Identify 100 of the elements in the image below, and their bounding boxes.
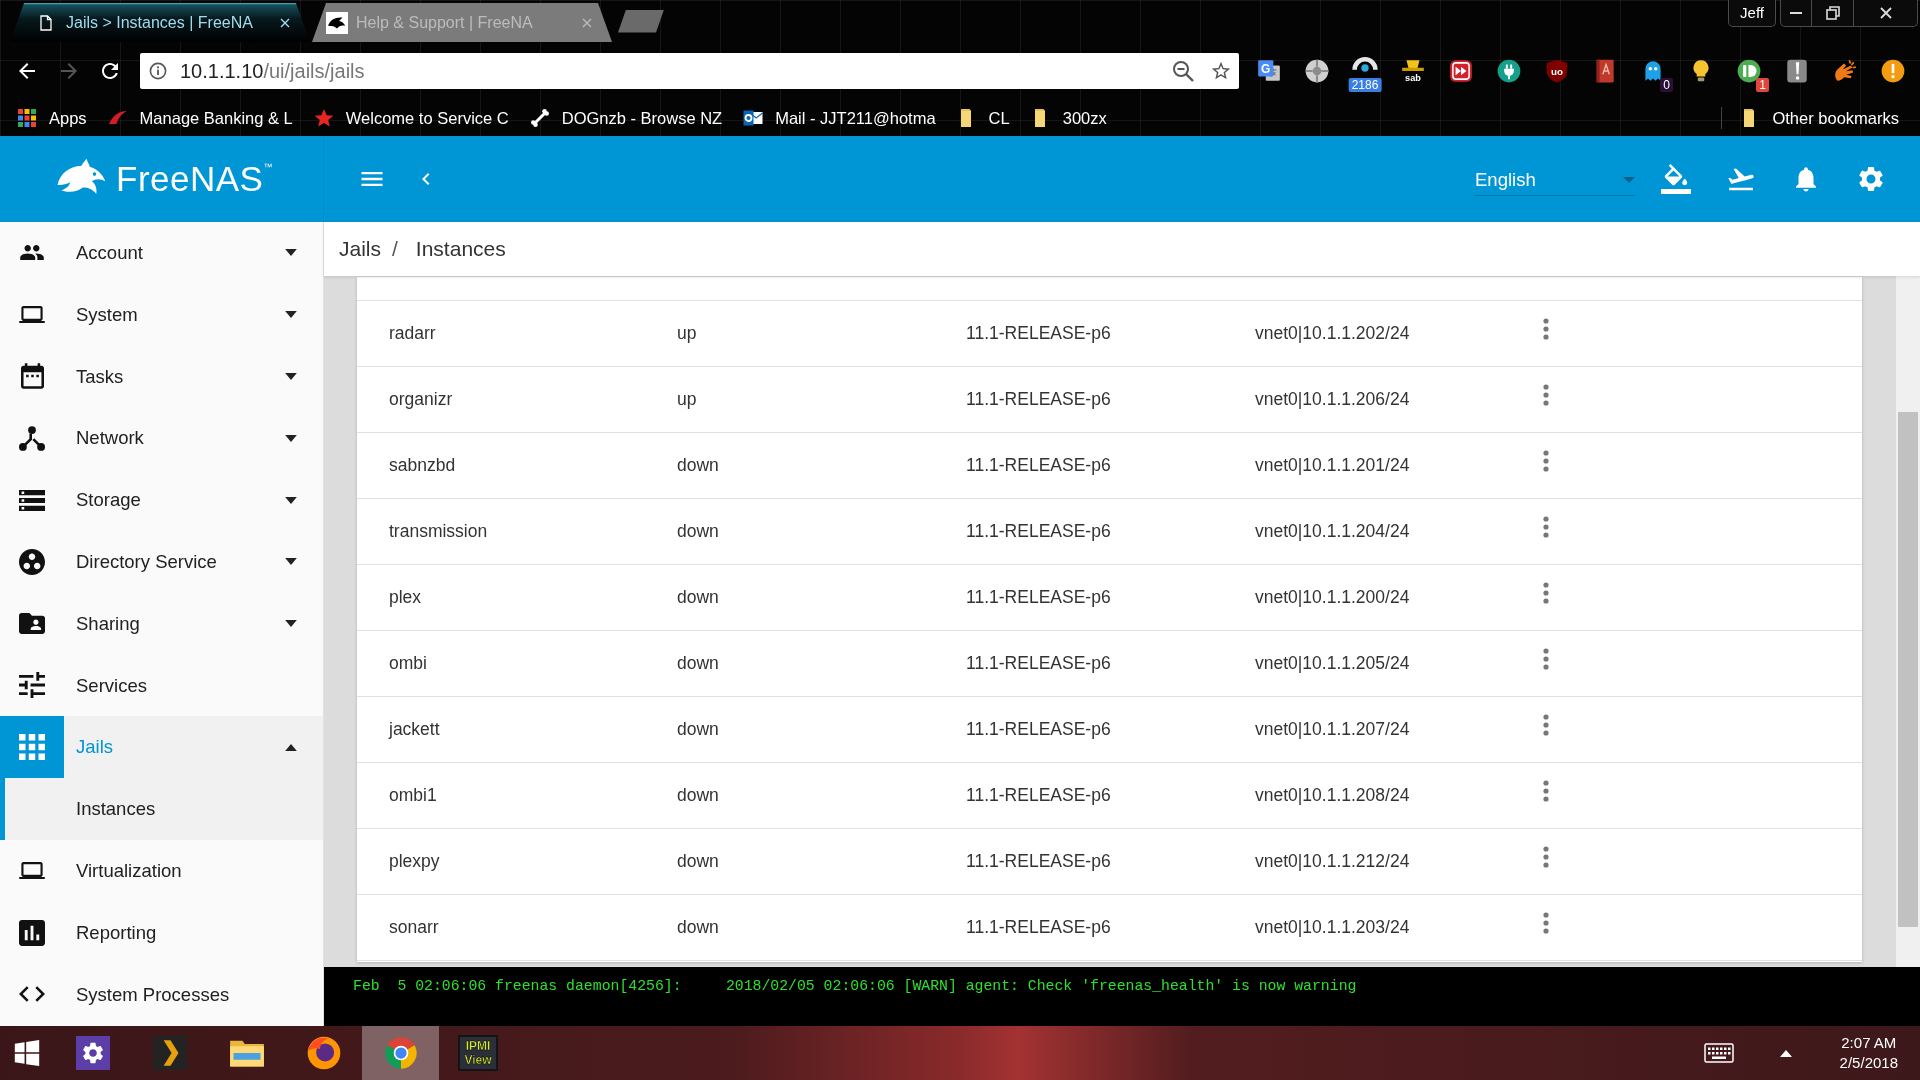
hand-icon[interactable]: [1832, 58, 1858, 84]
sidebar-item[interactable]: Directory Service: [0, 531, 323, 593]
restore-icon: [1825, 6, 1840, 20]
sidebar-item[interactable]: Network: [0, 407, 323, 470]
close-icon[interactable]: [280, 17, 290, 28]
fish-tile-icon: [326, 11, 348, 34]
jail-status: down: [677, 521, 719, 542]
jail-name: sonarr: [389, 917, 439, 938]
more-vertical-icon[interactable]: [1543, 581, 1549, 604]
sidebar-item[interactable]: Sharing: [0, 592, 323, 655]
breadcrumb-link[interactable]: Jails: [339, 233, 381, 265]
browser-tab[interactable]: Jails > Instances | FreeNA: [10, 3, 310, 42]
keyboard-icon[interactable]: [1703, 1043, 1734, 1063]
logo-text: FreeNAS$^{™}$: [116, 157, 273, 200]
more-vertical-icon[interactable]: [1543, 713, 1549, 736]
taskbar-date[interactable]: 2/5/2018: [1839, 1053, 1898, 1073]
jail-ip-address: vnet0|10.1.1.201/24: [1255, 455, 1410, 476]
more-vertical-icon[interactable]: [1543, 515, 1549, 538]
jail-ip-address: vnet0|10.1.1.200/24: [1255, 587, 1410, 608]
bullet-circle-icon[interactable]: [1736, 58, 1762, 84]
profile-button[interactable]: Jeff: [1728, 0, 1776, 27]
gauge-icon[interactable]: [1352, 57, 1378, 72]
more-vertical-icon[interactable]: [1543, 911, 1549, 934]
info-icon[interactable]: [149, 62, 167, 80]
breadcrumb-separator: /: [392, 236, 398, 263]
star-icon[interactable]: [1210, 60, 1232, 82]
bookmark-link[interactable]: Welcome to Service C: [313, 105, 509, 131]
exclamation-circle-icon[interactable]: [1880, 58, 1906, 84]
zoom-out-icon[interactable]: [1172, 60, 1194, 82]
sidebar-item[interactable]: Storage: [0, 469, 323, 531]
app-tile-icon: IPMI View: [457, 1035, 498, 1071]
jail-ip-address: vnet0|10.1.1.203/24: [1255, 917, 1410, 938]
jail-name: radarr: [389, 323, 436, 344]
bookmark-link[interactable]: Apps: [17, 105, 87, 131]
bookmark-link[interactable]: DOGnzb - Browse NZ: [529, 105, 723, 131]
sidebar-item[interactable]: System Processes: [0, 963, 323, 1026]
bookmark-link[interactable]: CL: [956, 105, 1010, 131]
taskbar-time[interactable]: 2:07 AM: [1841, 1033, 1897, 1053]
jail-release: 11.1-RELEASE-p6: [966, 917, 1111, 938]
jail-status: up: [677, 389, 697, 410]
jail-name: ombi1: [389, 785, 437, 806]
plug-icon[interactable]: [1496, 58, 1522, 84]
window-panes-icon[interactable]: [14, 1040, 40, 1066]
caret-down-icon: [1623, 176, 1635, 183]
more-vertical-icon[interactable]: [1543, 647, 1549, 670]
more-vertical-icon[interactable]: [1543, 779, 1549, 802]
sidebar-item[interactable]: Reporting: [0, 901, 323, 964]
sidebar-item[interactable]: Services: [0, 654, 323, 717]
jail-ip-address: vnet0|10.1.1.202/24: [1255, 323, 1410, 344]
disc-icon[interactable]: [1304, 58, 1330, 84]
jail-ip-address: vnet0|10.1.1.207/24: [1255, 719, 1410, 740]
more-vertical-icon[interactable]: [1543, 845, 1549, 868]
sidebar-item[interactable]: Tasks: [0, 345, 323, 408]
more-vertical-icon[interactable]: [1543, 449, 1549, 472]
bookmark-link[interactable]: Mail - JJT211@hotma: [743, 105, 936, 131]
jail-status: up: [677, 323, 697, 344]
bar-chart-icon: [19, 919, 45, 946]
bookmark-link[interactable]: Manage Banking & L: [107, 105, 293, 131]
jail-name: transmission: [389, 521, 488, 542]
more-vertical-icon[interactable]: [1543, 383, 1549, 406]
page-icon: [38, 14, 54, 31]
laptop-icon: [19, 862, 45, 880]
jail-status: down: [677, 653, 719, 674]
jail-ip-address: vnet0|10.1.1.204/24: [1255, 521, 1410, 542]
bookmark-link[interactable]: 300zx: [1030, 105, 1107, 131]
jail-status: down: [677, 851, 719, 872]
calendar-icon: [20, 363, 44, 390]
sidebar-item[interactable]: System: [0, 283, 323, 346]
minimize-button[interactable]: [1780, 0, 1812, 27]
close-button[interactable]: [1854, 0, 1918, 27]
notification-count: 2186: [1348, 78, 1382, 92]
circle-dots-icon: [19, 548, 45, 575]
jail-name: jackett: [389, 719, 440, 740]
jail-release: 11.1-RELEASE-p6: [966, 653, 1111, 674]
taskbar-button[interactable]: IPMI View: [439, 1026, 516, 1080]
bookmark-link[interactable]: Other bookmarks: [1740, 105, 1899, 131]
code-icon: [19, 986, 45, 1003]
restore-button[interactable]: [1812, 0, 1854, 27]
console-log-line: Feb 5 02:06:06 freenas daemon[4256]: 2018/02/05 02:06:06 [WARN] agent: Check 'freenas_health' is now warning: [353, 977, 1357, 995]
more-vertical-icon[interactable]: [1543, 317, 1549, 340]
sidebar-subitem[interactable]: Instances: [0, 778, 323, 840]
jail-ip-address: vnet0|10.1.1.208/24: [1255, 785, 1410, 806]
jail-status: down: [677, 719, 719, 740]
segmented-circle-icon: [382, 1035, 419, 1071]
star-icon: [313, 108, 334, 128]
shield-icon[interactable]: uo: [1544, 58, 1570, 84]
sidebar-item[interactable]: Account: [0, 222, 323, 284]
jail-status: down: [677, 455, 719, 476]
address-bar[interactable]: 10.1.1.10/ui/jails/jails: [140, 53, 1239, 89]
exclamation-tile-icon[interactable]: [1784, 58, 1810, 84]
paint-bucket-icon[interactable]: [1661, 164, 1691, 194]
gear-icon: [75, 1036, 110, 1070]
caret-up-icon[interactable]: [1779, 1049, 1792, 1057]
minimize-icon: [1790, 12, 1802, 14]
sidebar-item[interactable]: Virtualization: [0, 839, 323, 902]
gear-icon[interactable]: [1856, 164, 1886, 194]
scrollbar-thumb[interactable]: [1898, 412, 1918, 927]
fast-forward-icon[interactable]: [1448, 58, 1474, 84]
new-tab-button[interactable]: [618, 9, 664, 33]
jail-ip-address: vnet0|10.1.1.212/24: [1255, 851, 1410, 872]
